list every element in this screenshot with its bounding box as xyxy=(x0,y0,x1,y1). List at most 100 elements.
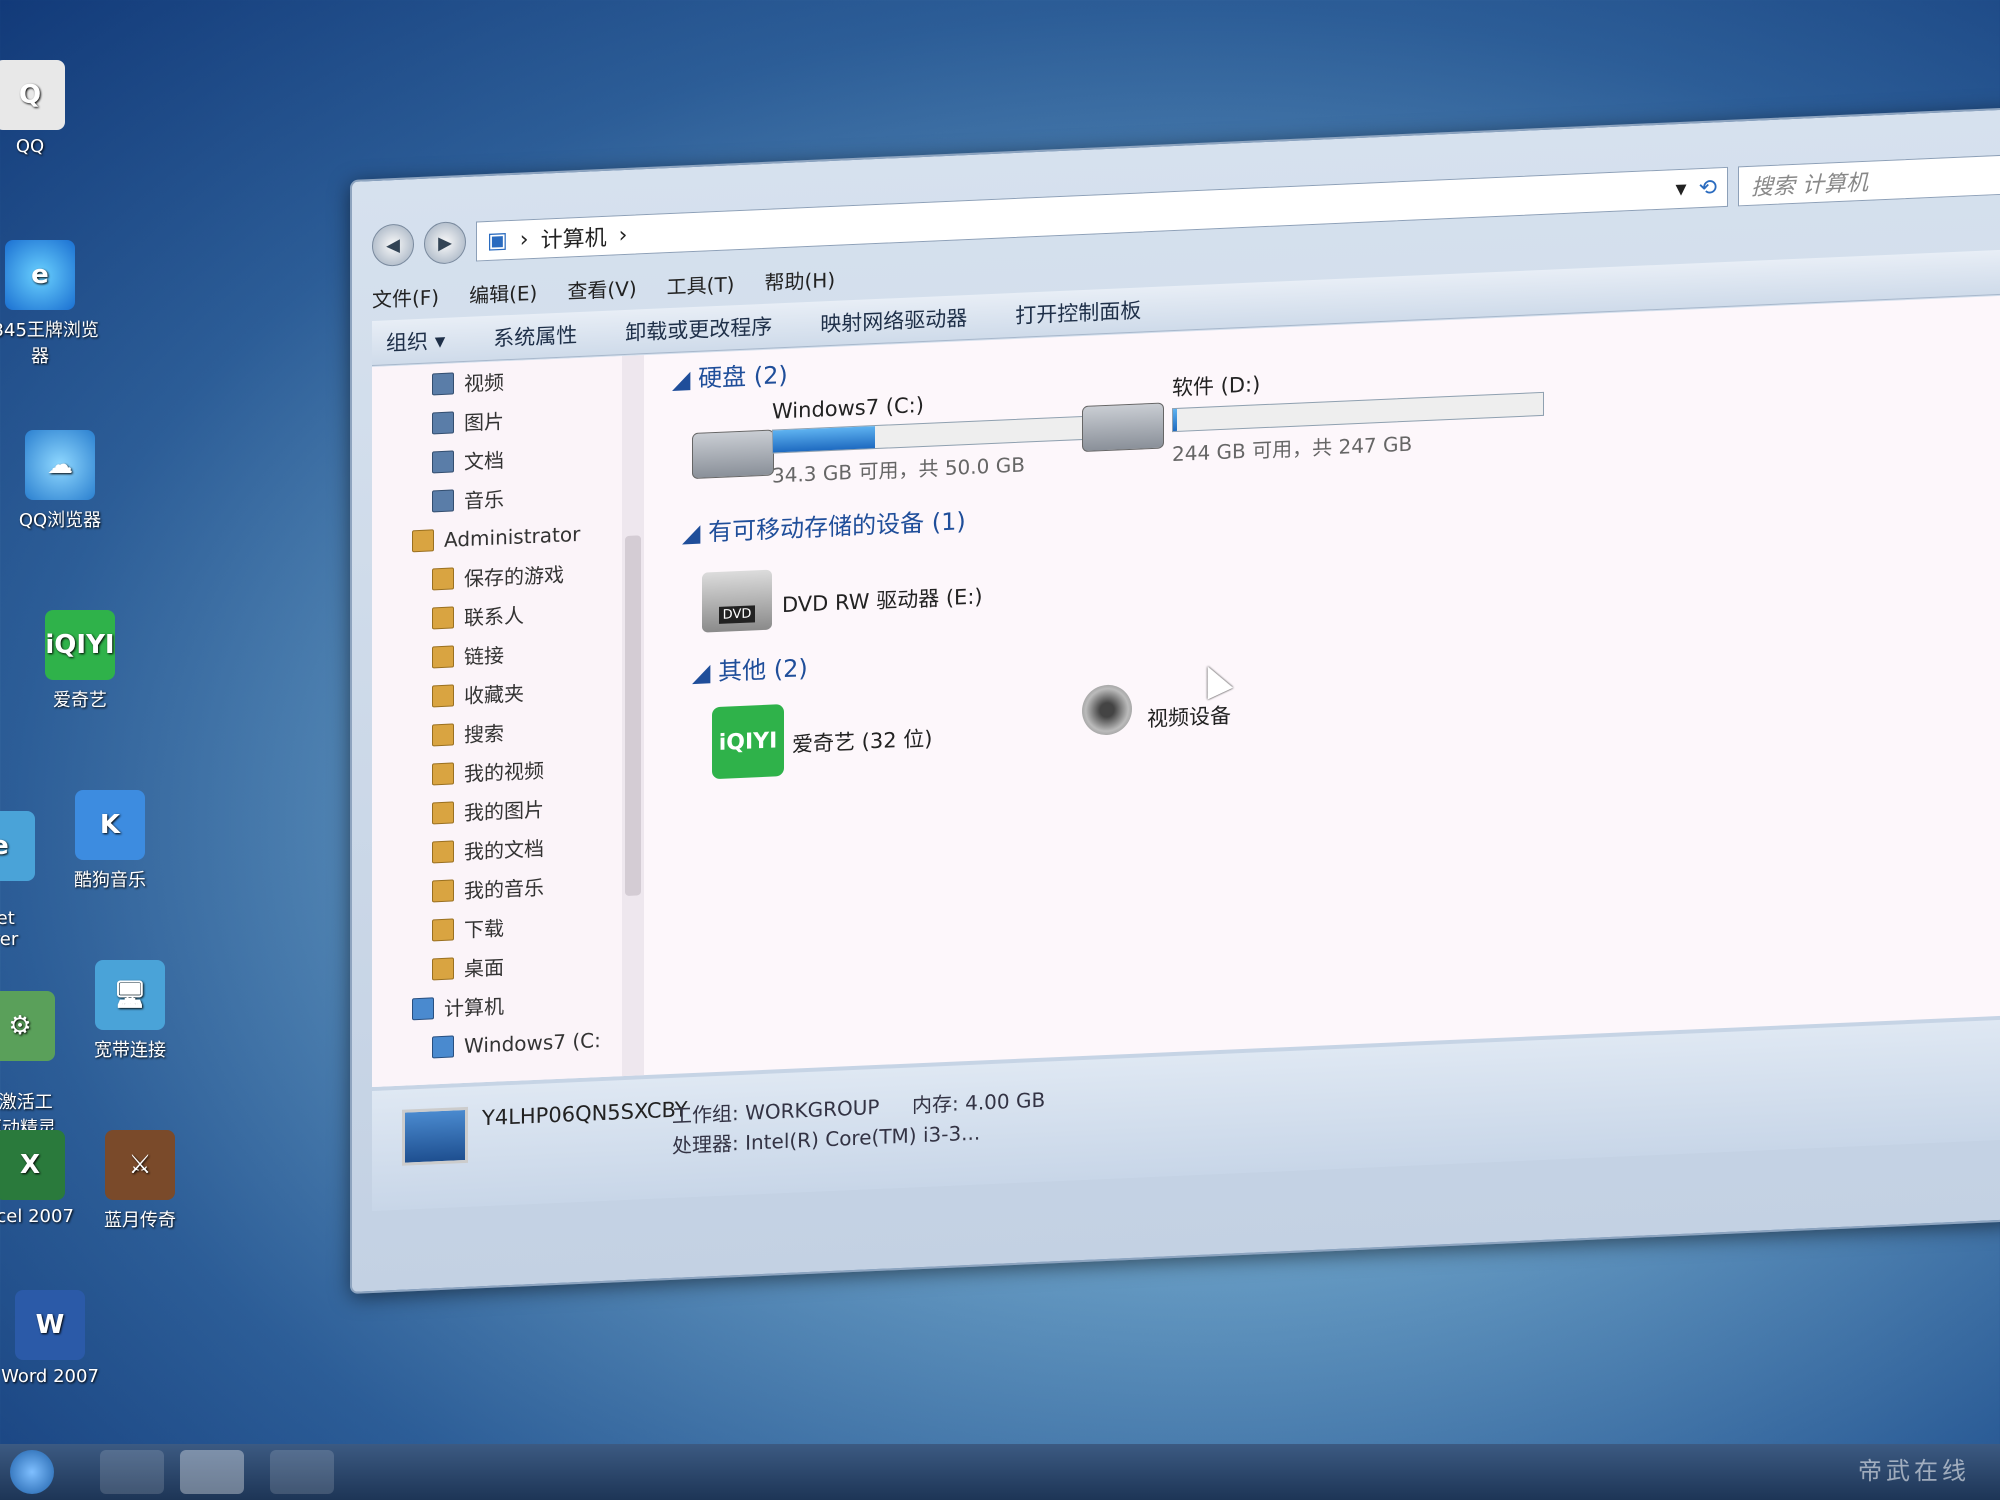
group-title: 有可移动存储的设备 (1) xyxy=(708,507,966,547)
ie-browser-icon: e xyxy=(5,240,75,310)
organize-button[interactable]: 组织 ▾ xyxy=(386,325,445,358)
desktop-icon-game[interactable]: ⚔ 蓝月传奇 xyxy=(80,1130,200,1232)
drive-c[interactable]: Windows7 (C:) 34.3 GB 可用，共 50.0 GB xyxy=(772,385,1104,488)
chevron-down-icon[interactable]: ▾ xyxy=(1676,176,1687,201)
taskbar xyxy=(0,1444,2000,1500)
refresh-icon[interactable]: ⟲ xyxy=(1699,175,1717,201)
desktop-icon-label: QQ xyxy=(15,136,45,157)
desktop-icon-excel[interactable]: X xcel 2007 xyxy=(0,1130,90,1227)
drive-icon xyxy=(432,1034,454,1058)
computer-name: Y4LHP06QN5SXCBY xyxy=(482,1097,688,1131)
desktop-icon-broadband[interactable]: 🖥 宽带连接 xyxy=(70,960,190,1062)
desktop-icon-qq[interactable]: Q QQ xyxy=(0,60,90,157)
desktop-icon-label: QQ浏览器 xyxy=(18,510,102,531)
watermark: 帝武在线 xyxy=(1858,1457,1970,1485)
user-folder-icon xyxy=(412,528,434,552)
iqiyi-icon: iQIYI xyxy=(712,704,784,780)
desktop-icon-kugou[interactable]: K 酷狗音乐 xyxy=(50,790,170,892)
desktop-icon-iqiyi[interactable]: iQIYI 爱奇艺 xyxy=(20,610,140,712)
chevron-down-icon: ▾ xyxy=(434,328,446,354)
computer-icon: ▣ xyxy=(487,227,508,254)
memory: 内存: 4.00 GB xyxy=(912,1087,1046,1118)
folder-icon xyxy=(432,644,454,668)
menu-edit[interactable]: 编辑(E) xyxy=(469,276,537,308)
breadcrumb-separator-icon: › xyxy=(618,222,628,248)
desktop-icon-qq-browser[interactable]: ☁ QQ浏览器 xyxy=(0,430,120,532)
folder-icon xyxy=(432,683,454,707)
dvd-drive-label[interactable]: DVD RW 驱动器 (E:) xyxy=(782,580,983,619)
excel-icon: X xyxy=(0,1130,65,1200)
start-button[interactable] xyxy=(10,1450,54,1494)
nav-item-label: 保存的游戏 xyxy=(464,562,564,592)
drive-d[interactable]: 软件 (D:) 244 GB 可用，共 247 GB xyxy=(1172,356,1544,467)
desktop-icon-label: net orer xyxy=(0,908,19,950)
scrollbar-thumb[interactable] xyxy=(625,535,641,896)
collapse-triangle-icon: ◢ xyxy=(682,518,701,548)
menu-tools[interactable]: 工具(T) xyxy=(667,268,735,300)
desktop-icon-2345[interactable]: e 2345王牌浏览器 xyxy=(0,240,100,368)
desktop-icon-label: 爱奇艺 xyxy=(53,690,107,711)
nav-item-label: Windows7 (C: xyxy=(464,1027,601,1058)
nav-item-label: 下载 xyxy=(464,916,504,943)
nav-item-label: 桌面 xyxy=(464,955,504,982)
group-header-removable[interactable]: ◢ 有可移动存储的设备 (1) xyxy=(682,501,966,548)
folder-icon xyxy=(432,566,454,590)
nav-item-label: 我的视频 xyxy=(464,758,544,787)
folder-icon xyxy=(432,761,454,785)
desktop-icon-label: 2345王牌浏览器 xyxy=(0,320,99,367)
group-title: 其他 (2) xyxy=(718,654,808,686)
kugou-icon: K xyxy=(75,790,145,860)
system-properties-button[interactable]: 系统属性 xyxy=(493,319,577,353)
desktop-icon-label: Word 2007 xyxy=(1,1366,99,1387)
forward-button[interactable]: ▶ xyxy=(424,220,466,265)
arrow-left-icon: ◀ xyxy=(386,234,400,256)
nav-item-label: 搜索 xyxy=(464,721,504,748)
taskbar-media-icon[interactable] xyxy=(270,1450,334,1494)
breadcrumb-computer[interactable]: 计算机 xyxy=(541,220,607,255)
open-control-panel-button[interactable]: 打开控制面板 xyxy=(1015,294,1141,330)
folder-icon xyxy=(432,839,454,863)
folder-icon xyxy=(432,605,454,629)
nav-item-label: 文档 xyxy=(464,448,504,475)
nav-item-label: 我的图片 xyxy=(464,797,544,826)
collapse-triangle-icon: ◢ xyxy=(692,658,711,688)
desktop-icon-label: xcel 2007 xyxy=(0,1206,74,1227)
search-placeholder: 搜索 计算机 xyxy=(1751,170,1868,201)
hard-drive-icon xyxy=(1082,402,1164,453)
items-view: ◢ 硬盘 (2) Windows7 (C:) 34.3 GB 可用，共 50.0… xyxy=(662,295,2000,1074)
group-header-hdd[interactable]: ◢ 硬盘 (2) xyxy=(672,355,788,395)
menu-file[interactable]: 文件(F) xyxy=(372,281,439,313)
desktop-icon-word[interactable]: W Word 2007 xyxy=(0,1290,110,1387)
word-icon: W xyxy=(15,1290,85,1360)
iqiyi-item-label[interactable]: 爱奇艺 (32 位) xyxy=(792,723,932,759)
group-header-other[interactable]: ◢ 其他 (2) xyxy=(692,648,808,688)
uninstall-program-button[interactable]: 卸载或更改程序 xyxy=(625,311,772,347)
video-device-label[interactable]: 视频设备 xyxy=(1147,700,1231,734)
folder-icon xyxy=(432,800,454,824)
folder-icon xyxy=(432,956,454,980)
organize-label: 组织 xyxy=(386,329,428,356)
pictures-library-icon xyxy=(432,410,454,434)
nav-item-label: 收藏夹 xyxy=(464,681,524,709)
taskbar-ie-icon[interactable] xyxy=(100,1450,164,1494)
iqiyi-badge: iQIYI xyxy=(718,727,778,756)
nav-item-label: Administrator xyxy=(444,521,581,552)
back-button[interactable]: ◀ xyxy=(372,223,414,268)
arrow-right-icon: ▶ xyxy=(438,232,452,254)
nav-scrollbar[interactable] xyxy=(622,355,644,1077)
qq-icon: Q xyxy=(0,60,65,130)
menu-view[interactable]: 查看(V) xyxy=(567,272,636,304)
navigation-pane: 视频 图片 文档 音乐 Administrator 保存的游戏 联系人 链接 收藏夹 搜索 我的视频… xyxy=(372,356,623,1088)
webcam-icon xyxy=(1082,683,1132,737)
nav-item-label: 计算机 xyxy=(444,994,504,1021)
drive-usage-fill xyxy=(773,426,876,453)
driver-tool-icon: ⚙ xyxy=(0,991,55,1061)
collapse-triangle-icon: ◢ xyxy=(672,365,691,394)
menu-help[interactable]: 帮助(H) xyxy=(764,263,835,295)
music-library-icon xyxy=(432,488,454,512)
map-network-drive-button[interactable]: 映射网络驱动器 xyxy=(820,302,967,338)
search-input[interactable]: 搜索 计算机 xyxy=(1738,154,2000,207)
nav-item-label: 我的文档 xyxy=(464,836,544,865)
taskbar-explorer-icon[interactable] xyxy=(180,1450,244,1494)
nav-item-label: 我的音乐 xyxy=(464,875,544,904)
